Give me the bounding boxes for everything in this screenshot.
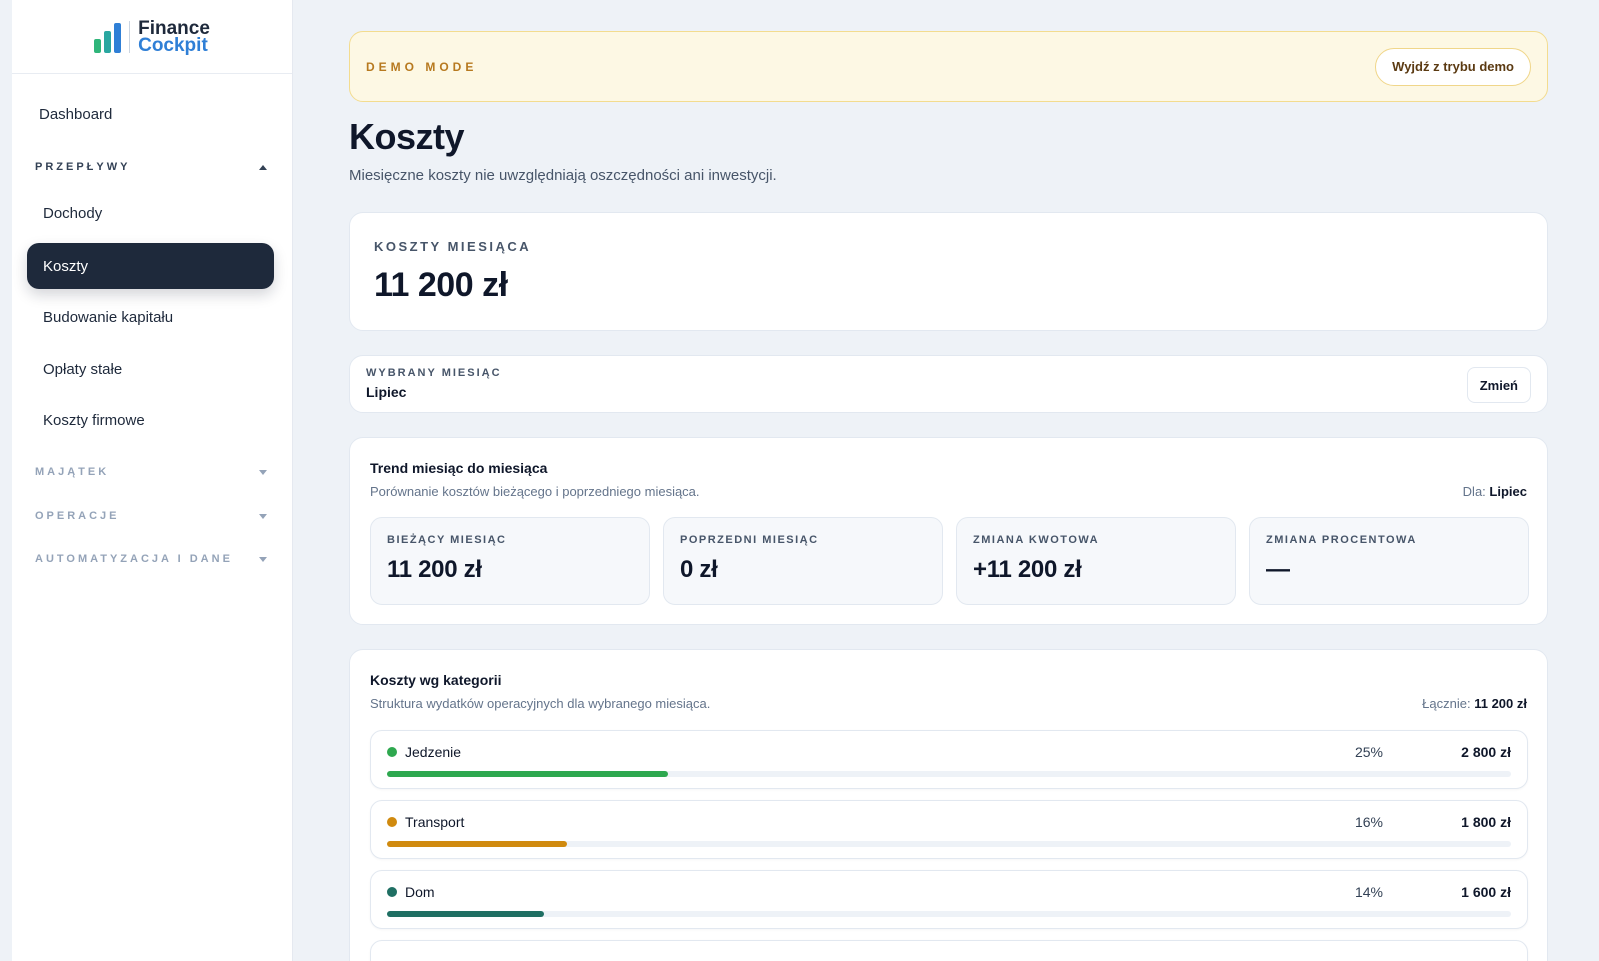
logo-bar xyxy=(114,22,122,53)
chevron-down-icon xyxy=(259,469,267,475)
tile-percent-change: ZMIANA PROCENTOWA — xyxy=(1249,517,1529,605)
sidebar-item-label: Dochody xyxy=(43,204,103,222)
category-row-transport[interactable]: Transport 16% 1 800 zł xyxy=(370,800,1528,859)
tile-amount-change: ZMIANA KWOTOWA +11 200 zł xyxy=(956,517,1236,605)
brand-name: Finance Cockpit xyxy=(138,17,210,56)
category-row-dom[interactable]: Dom 14% 1 600 zł xyxy=(370,870,1528,929)
chevron-up-icon xyxy=(259,164,267,170)
trend-card: Trend miesiąc do miesiąca Porównanie kos… xyxy=(349,437,1548,625)
sidebar-section-automatyzacja[interactable]: AUTOMATYZACJA I DANE xyxy=(35,553,267,565)
logo-bar xyxy=(94,38,102,53)
monthly-costs-card: KOSZTY MIESIĄCA 11 200 zł xyxy=(349,212,1548,331)
tile-previous-month: POPRZEDNI MIESIĄC 0 zł xyxy=(663,517,943,605)
sidebar-item-koszty[interactable]: Koszty xyxy=(27,243,274,289)
category-progress-track xyxy=(387,771,1511,777)
selected-month-value: Lipiec xyxy=(366,384,407,400)
change-month-button[interactable]: Zmień xyxy=(1466,367,1531,403)
page-subtitle: Miesięczne koszty nie uwzględniają oszcz… xyxy=(349,167,777,184)
category-amount: 1 600 zł xyxy=(1461,884,1511,900)
category-progress-fill xyxy=(387,771,668,777)
categories-subtitle: Struktura wydatków operacyjnych dla wybr… xyxy=(370,696,711,711)
category-progress-fill xyxy=(387,841,567,847)
exit-demo-button[interactable]: Wyjdź z trybu demo xyxy=(1375,47,1531,86)
category-color-dot xyxy=(387,887,397,897)
trend-for-value: Lipiec xyxy=(1489,484,1527,499)
sidebar-item-koszty-firmowe[interactable]: Koszty firmowe xyxy=(27,397,274,443)
categories-total-label: Łącznie: xyxy=(1422,696,1471,711)
tile-value: 11 200 zł xyxy=(387,556,482,583)
category-name: Dom xyxy=(405,884,435,900)
sidebar-item-label: Opłaty stałe xyxy=(43,360,123,378)
sidebar-item-budowanie-kapitalu[interactable]: Budowanie kapitału xyxy=(27,294,274,340)
tile-label: ZMIANA PROCENTOWA xyxy=(1266,534,1417,546)
chart-bars-icon xyxy=(94,20,131,53)
category-color-dot xyxy=(387,817,397,827)
sidebar-item-dashboard[interactable]: Dashboard xyxy=(39,106,112,123)
categories-title: Koszty wg kategorii xyxy=(370,672,502,688)
trend-title: Trend miesiąc do miesiąca xyxy=(370,460,548,476)
tile-current-month: BIEŻĄCY MIESIĄC 11 200 zł xyxy=(370,517,650,605)
category-name: Transport xyxy=(405,814,465,830)
sidebar-section-majatek[interactable]: MAJĄTEK xyxy=(35,466,267,478)
kpi-value: 11 200 zł xyxy=(374,266,508,304)
tile-label: BIEŻĄCY MIESIĄC xyxy=(387,534,507,546)
trend-for-label: Dla: xyxy=(1462,484,1486,499)
sidebar-section-label: PRZEPŁYWY xyxy=(35,161,131,173)
sidebar-section-label: OPERACJE xyxy=(35,510,120,522)
sidebar-section-label: AUTOMATYZACJA I DANE xyxy=(35,553,233,565)
category-percent: 14% xyxy=(1354,884,1383,900)
sidebar: Finance Cockpit Dashboard PRZEPŁYWY Doch… xyxy=(12,0,293,961)
sidebar-section-label: MAJĄTEK xyxy=(35,466,110,478)
sidebar-item-dochody[interactable]: Dochody xyxy=(27,190,274,236)
chevron-down-icon xyxy=(259,556,267,562)
brand-line2: Cockpit xyxy=(138,34,208,56)
tile-label: POPRZEDNI MIESIĄC xyxy=(680,534,819,546)
categories-card: Koszty wg kategorii Struktura wydatków o… xyxy=(349,649,1548,961)
tile-value: 0 zł xyxy=(680,556,718,583)
category-percent: 25% xyxy=(1354,744,1383,760)
sidebar-section-operacje[interactable]: OPERACJE xyxy=(35,510,267,522)
category-amount: 1 800 zł xyxy=(1461,814,1511,830)
selected-month-card: WYBRANY MIESIĄC Lipiec Zmień xyxy=(349,355,1548,413)
sidebar-item-oplaty-stale[interactable]: Opłaty stałe xyxy=(27,346,274,392)
category-row-jedzenie[interactable]: Jedzenie 25% 2 800 zł xyxy=(370,730,1528,789)
trend-subtitle: Porównanie kosztów bieżącego i poprzedni… xyxy=(370,484,700,499)
trend-month-indicator: Dla: Lipiec xyxy=(1463,484,1527,499)
tile-value: +11 200 zł xyxy=(973,556,1082,583)
category-progress-track xyxy=(387,841,1511,847)
sidebar-item-label: Budowanie kapitału xyxy=(43,308,174,326)
tile-label: ZMIANA KWOTOWA xyxy=(973,534,1100,546)
page-title: Koszty xyxy=(349,116,465,157)
sidebar-item-label: Koszty firmowe xyxy=(43,411,145,429)
categories-total-value: 11 200 zł xyxy=(1474,696,1527,711)
category-amount: 2 800 zł xyxy=(1461,744,1511,760)
category-color-dot xyxy=(387,747,397,757)
sidebar-item-label: Koszty xyxy=(43,257,89,275)
category-row-next[interactable] xyxy=(370,940,1528,961)
logo-bar xyxy=(104,30,112,53)
demo-banner: DEMO MODE Wyjdź z trybu demo xyxy=(349,31,1548,102)
chevron-down-icon xyxy=(259,513,267,519)
category-progress-track xyxy=(387,911,1511,917)
category-percent: 16% xyxy=(1354,814,1383,830)
sidebar-section-przeplywy[interactable]: PRZEPŁYWY xyxy=(35,161,267,173)
kpi-label: KOSZTY MIESIĄCA xyxy=(374,239,532,254)
selected-month-label: WYBRANY MIESIĄC xyxy=(366,367,502,379)
category-name: Jedzenie xyxy=(405,744,462,760)
tile-value: — xyxy=(1266,556,1290,583)
categories-total: Łącznie: 11 200 zł xyxy=(1422,696,1527,711)
brand-logo[interactable]: Finance Cockpit xyxy=(12,0,292,74)
category-progress-fill xyxy=(387,911,545,917)
demo-mode-label: DEMO MODE xyxy=(366,59,478,74)
brand-line1: Finance xyxy=(138,17,210,39)
